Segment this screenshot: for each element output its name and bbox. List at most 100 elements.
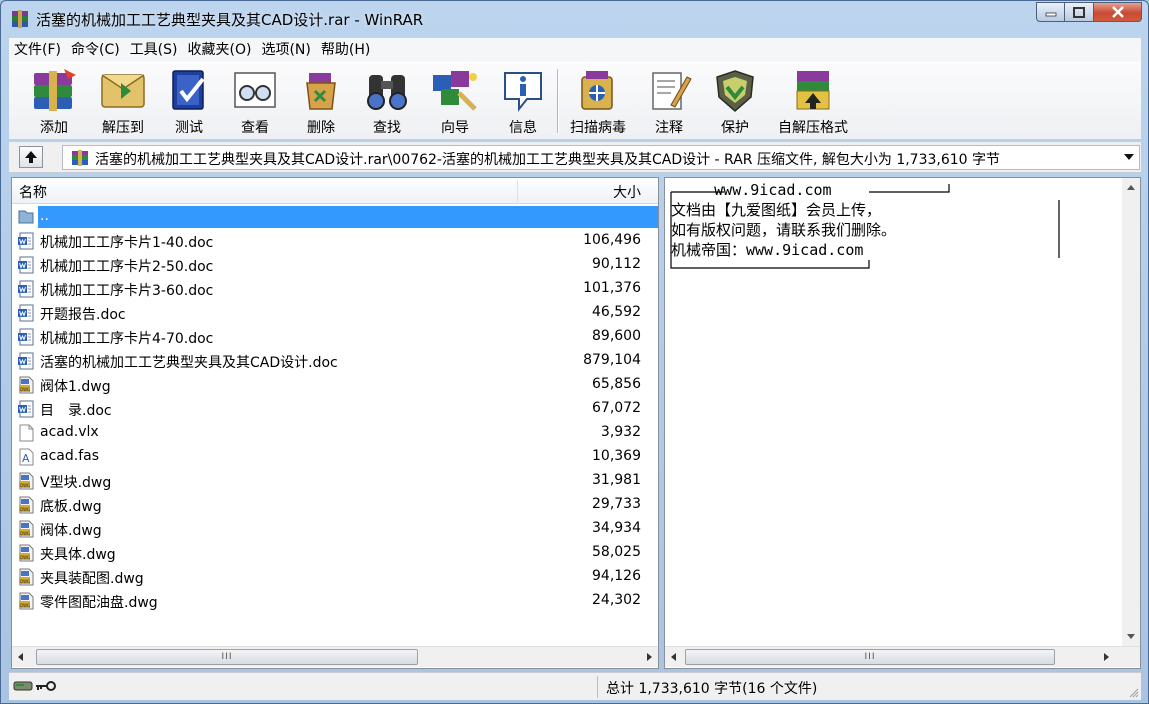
file-row[interactable]: acad.vlx 3,932 (12, 421, 658, 445)
file-row[interactable]: DWG 阀体.dwg 34,934 (12, 517, 658, 541)
test-label: 测试 (175, 120, 203, 136)
key-icon[interactable] (35, 679, 57, 693)
comment-line-2: 文档由【九爱图纸】会员上传， (671, 201, 882, 219)
scroll-down-button[interactable] (1122, 626, 1140, 646)
comment-scroll-right-button[interactable] (1097, 647, 1115, 667)
file-size: 10,369 (592, 448, 641, 464)
menu-tools[interactable]: 工具(S) (125, 39, 183, 61)
find-label: 查找 (373, 120, 401, 136)
info-icon (504, 72, 542, 112)
view-button[interactable]: 查看 (223, 66, 287, 138)
file-row[interactable]: DWG 底板.dwg 29,733 (12, 493, 658, 517)
file-row[interactable]: Aacad.fas 10,369 (12, 445, 658, 469)
word-doc-icon (17, 256, 35, 274)
path-field[interactable]: 活塞的机械加工工艺典型夹具及其CAD设计.rar\00762-活塞的机械加工工艺… (62, 145, 1140, 170)
file-size: 34,934 (592, 520, 641, 536)
add-button[interactable]: 添加 (22, 66, 86, 138)
scroll-left-button[interactable] (12, 647, 30, 667)
column-name-header[interactable]: 名称 (19, 182, 47, 202)
file-name: 机械加工工序卡片2-50.doc (40, 259, 214, 275)
file-row[interactable]: DWG 零件图配油盘.dwg 24,302 (12, 589, 658, 613)
add-archive-icon (34, 69, 76, 111)
status-bar: 总计 1,733,610 字节(16 个文件) (9, 672, 1141, 700)
up-folder-button[interactable] (19, 146, 43, 168)
file-row[interactable]: 机械加工工序卡片4-70.doc 89,600 (12, 325, 658, 349)
virus-scan-button[interactable]: 扫描病毒 (565, 66, 631, 138)
file-row[interactable]: 活塞的机械加工工艺典型夹具及其CAD设计.doc 879,104 (12, 349, 658, 373)
file-size: 90,112 (592, 256, 641, 272)
title-bar[interactable]: 活塞的机械加工工艺典型夹具及其CAD设计.rar - WinRAR (1, 1, 1148, 37)
word-doc-icon (17, 400, 35, 418)
scroll-right-button[interactable] (640, 647, 658, 667)
find-button[interactable]: 查找 (355, 66, 419, 138)
file-row[interactable]: DWG 夹具装配图.dwg 94,126 (12, 565, 658, 589)
resize-grip-icon[interactable] (1129, 688, 1139, 698)
test-icon (172, 70, 205, 110)
selection-highlight (38, 206, 658, 228)
sfx-button[interactable]: 自解压格式 (769, 66, 857, 138)
file-row[interactable]: 机械加工工序卡片3-60.doc 101,376 (12, 277, 658, 301)
maximize-button[interactable] (1065, 2, 1094, 22)
dwg-file-icon: DWG (17, 592, 35, 610)
svg-text:DWG: DWG (20, 387, 30, 392)
file-size: 101,376 (583, 280, 641, 296)
dwg-file-icon: DWG (17, 376, 35, 394)
file-row[interactable]: .. (12, 205, 658, 229)
wizard-label: 向导 (441, 120, 469, 136)
comment-scroll-left-button[interactable] (665, 647, 683, 667)
wizard-button[interactable]: 向导 (423, 66, 487, 138)
file-size: 24,302 (592, 592, 641, 608)
file-name: 夹具装配图.dwg (40, 571, 144, 587)
comment-hscrollbar[interactable]: III (665, 646, 1140, 667)
dwg-file-icon: DWG (17, 472, 35, 490)
comment-button[interactable]: 注释 (637, 66, 701, 138)
file-size: 94,126 (592, 568, 641, 584)
file-name: 夹具体.dwg (40, 547, 116, 563)
arrow-down-small-icon (1127, 634, 1135, 639)
comment-vscrollbar[interactable] (1122, 178, 1140, 646)
menu-favorites[interactable]: 收藏夹(O) (183, 39, 257, 61)
extract-button[interactable]: 解压到 (91, 66, 155, 138)
delete-icon (306, 73, 336, 110)
dwg-file-icon: DWG (17, 544, 35, 562)
test-button[interactable]: 测试 (157, 66, 221, 138)
winrar-window: 活塞的机械加工工艺典型夹具及其CAD设计.rar - WinRAR 文件(F) … (0, 0, 1149, 704)
file-size: 3,932 (600, 424, 641, 440)
comment-icon (652, 72, 692, 110)
file-name: 活塞的机械加工工艺典型夹具及其CAD设计.doc (40, 355, 338, 371)
file-row[interactable]: DWG 夹具体.dwg 58,025 (12, 541, 658, 565)
info-button[interactable]: 信息 (491, 66, 555, 138)
arrow-left-icon (671, 653, 676, 661)
sfx-icon (796, 71, 830, 110)
close-button[interactable] (1094, 2, 1142, 22)
file-row[interactable]: DWG 阀体1.dwg 65,856 (12, 373, 658, 397)
file-row[interactable]: 机械加工工序卡片1-40.doc 106,496 (12, 229, 658, 253)
view-icon (234, 72, 276, 108)
menu-file[interactable]: 文件(F) (9, 39, 66, 61)
file-row[interactable]: 机械加工工序卡片2-50.doc 90,112 (12, 253, 658, 277)
file-row[interactable]: DWG V型块.dwg 31,981 (12, 469, 658, 493)
protect-button[interactable]: 保护 (703, 66, 767, 138)
comment-scroll-thumb[interactable]: III (685, 649, 1055, 665)
svg-text:DWG: DWG (20, 507, 30, 512)
file-row[interactable]: 目 录.doc 67,072 (12, 397, 658, 421)
word-doc-icon (17, 280, 35, 298)
minimize-button[interactable] (1036, 2, 1065, 22)
delete-button[interactable]: 删除 (289, 66, 353, 138)
column-divider[interactable] (517, 180, 518, 202)
file-name: 开题报告.doc (40, 307, 126, 323)
dwg-file-icon: DWG (17, 520, 35, 538)
info-label: 信息 (509, 120, 537, 136)
fas-file-icon: A (17, 448, 35, 466)
menu-help[interactable]: 帮助(H) (316, 39, 375, 61)
file-row[interactable]: 开题报告.doc 46,592 (12, 301, 658, 325)
dropdown-arrow-icon[interactable] (1123, 152, 1135, 162)
menu-options[interactable]: 选项(N) (256, 39, 315, 61)
column-size-header[interactable]: 大小 (613, 182, 641, 202)
menu-commands[interactable]: 命令(C) (66, 39, 125, 61)
scroll-up-button[interactable] (1122, 178, 1140, 198)
drive-icon[interactable] (13, 679, 33, 693)
scroll-thumb[interactable]: III (36, 649, 418, 665)
file-list-hscrollbar[interactable]: III (12, 646, 658, 667)
comment-line-4: 机械帝国：www.9icad.com (671, 241, 864, 259)
